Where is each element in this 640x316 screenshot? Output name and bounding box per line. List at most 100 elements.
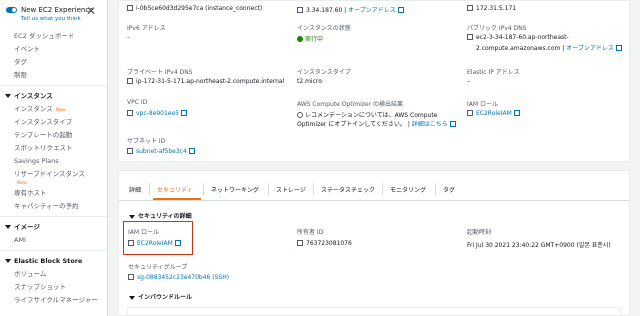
- sidebar-item-spot-requests[interactable]: スポットリクエスト: [0, 142, 107, 155]
- private-dns-text: ip-172-31-5-171.ap-northeast-2.compute.i…: [136, 78, 285, 85]
- public-dns-value[interactable]: ec2-3-34-187-60.ap-northeast-: [467, 34, 569, 41]
- sidebar-item-launch-templates[interactable]: テンプレートの起動: [0, 129, 107, 142]
- subnet-id-value[interactable]: subnet-af5be3c4: [127, 148, 195, 155]
- copy-icon[interactable]: [297, 240, 303, 246]
- instance-state-value: 実行中: [297, 34, 323, 43]
- sidebar-item-capacity-reservations[interactable]: キャパシティーの予約: [0, 200, 107, 213]
- copy-icon[interactable]: [128, 274, 134, 280]
- private-ip-value[interactable]: 172.31.5.171: [467, 5, 516, 12]
- sidebar-item-volumes[interactable]: ボリューム: [0, 268, 107, 281]
- feedback-link[interactable]: Tell us what you think: [21, 16, 81, 22]
- item-label: リザーブドインスタンス: [14, 170, 85, 178]
- private-ip-text: 172.31.5.171: [476, 5, 517, 12]
- sidebar-section-instances[interactable]: インスタンス: [0, 89, 107, 103]
- iam-role-value[interactable]: EC2RoleIAM: [467, 110, 520, 117]
- sidebar: New EC2 Experience Tell us what you thin…: [0, 0, 108, 316]
- divider: [0, 250, 107, 251]
- iam-role-label: IAM ロール: [467, 101, 498, 108]
- instance-summary-card: i-0b5ce60d3d295e7ca (instance_connect) 3…: [118, 0, 630, 162]
- tab-divider: [149, 183, 150, 195]
- copy-icon[interactable]: [127, 110, 133, 116]
- sidebar-item-tags[interactable]: タグ: [0, 56, 107, 69]
- tab-storage[interactable]: ストレージ: [276, 185, 306, 194]
- close-icon[interactable]: ✕: [86, 4, 96, 18]
- security-group-value[interactable]: sg-0883452c23e470b46 (SSH): [128, 274, 229, 281]
- iam-role-value[interactable]: EC2RoleIAM: [128, 240, 181, 247]
- tab-divider: [268, 183, 269, 195]
- info-icon: [297, 112, 303, 118]
- inbound-rules-table-edge: [127, 307, 621, 316]
- elastic-ip-label: Elastic IP アドレス: [467, 69, 520, 76]
- tab-divider: [203, 183, 204, 195]
- subnet-id-label: サブネット ID: [127, 138, 166, 145]
- public-ip-text: 3.34.187.60: [306, 7, 343, 14]
- instance-id-value[interactable]: i-0b5ce60d3d295e7ca (instance_connect): [127, 5, 262, 12]
- sidebar-item-dedicated-hosts[interactable]: 専有ホスト: [0, 187, 107, 200]
- section-title: インバウンドルール: [138, 294, 193, 301]
- new-badge: New: [55, 108, 66, 113]
- sidebar-section-ebs[interactable]: Elastic Block Store: [0, 254, 107, 268]
- tab-divider: [313, 183, 314, 195]
- sidebar-item-instance-types[interactable]: インスタンスタイプ: [0, 116, 107, 129]
- private-dns-value[interactable]: ip-172-31-5-171.ap-northeast-2.compute.i…: [127, 78, 284, 85]
- copy-icon[interactable]: [127, 5, 133, 11]
- state-text: 実行中: [305, 36, 324, 43]
- main-content: i-0b5ce60d3d295e7ca (instance_connect) 3…: [108, 0, 640, 316]
- caret-down-icon: [129, 214, 135, 219]
- tab-status-checks[interactable]: ステータスチェック: [321, 185, 375, 194]
- open-address-link[interactable]: オープンアドレス: [566, 45, 614, 52]
- copy-icon[interactable]: [467, 110, 473, 116]
- divider: [0, 216, 107, 217]
- tab-details[interactable]: 詳細: [129, 185, 141, 194]
- learn-more-link[interactable]: 詳細はこちら: [412, 121, 448, 128]
- launch-time-value: Fri Jul 30 2021 23:40:22 GMT+0900 (일본 표준…: [467, 242, 611, 249]
- subnet-id-link[interactable]: subnet-af5be3c4: [136, 148, 187, 155]
- sidebar-item-events[interactable]: イベント: [0, 43, 107, 56]
- open-address-link[interactable]: オープンアドレス: [348, 7, 396, 14]
- caret-down-icon: [5, 259, 11, 263]
- copy-icon[interactable]: [128, 240, 134, 246]
- tab-networking[interactable]: ネットワーキング: [211, 185, 259, 194]
- tab-monitoring[interactable]: モニタリング: [390, 185, 426, 194]
- security-group-link[interactable]: sg-0883452c23e470b46 (SSH): [137, 274, 229, 281]
- copy-icon[interactable]: [297, 7, 303, 13]
- sidebar-item-limits[interactable]: 制限: [0, 69, 107, 82]
- vpc-id-link[interactable]: vpc-8e901ee5: [136, 110, 179, 117]
- security-details-header[interactable]: セキュリティの詳細: [129, 211, 192, 220]
- active-tab-indicator: [153, 198, 201, 200]
- divider: [0, 85, 107, 86]
- tab-tags[interactable]: タグ: [443, 185, 455, 194]
- item-label: インスタンス: [14, 105, 53, 113]
- public-dns-label: パブリック IPv4 DNS: [467, 25, 527, 32]
- copy-icon[interactable]: [127, 148, 133, 154]
- caret-down-icon: [5, 94, 11, 98]
- iam-role-link[interactable]: EC2RoleIAM: [476, 110, 512, 117]
- vpc-id-value[interactable]: vpc-8e901ee5: [127, 110, 187, 117]
- external-link-icon: [449, 121, 456, 127]
- sidebar-item-lifecycle-manager[interactable]: ライフサイクルマネージャー: [0, 294, 107, 307]
- sidebar-item-instances[interactable]: インスタンス New: [0, 103, 107, 116]
- compute-optimizer-text-1: レコメンデーションについては、AWS Compute: [297, 110, 437, 119]
- sidebar-item-ami[interactable]: AMI: [0, 234, 107, 247]
- ipv6-label: IPv6 アドレス: [127, 25, 166, 32]
- inbound-rules-header[interactable]: インバウンドルール: [129, 292, 192, 301]
- toggle-switch[interactable]: [6, 7, 17, 13]
- copy-icon[interactable]: [467, 5, 473, 11]
- private-dns-label: プライベート IPv4 DNS: [127, 69, 193, 76]
- owner-id-value[interactable]: 763723081076: [297, 240, 352, 247]
- public-ip-value[interactable]: 3.34.187.60 | オープンアドレス: [297, 5, 404, 14]
- sidebar-item-reserved-instances[interactable]: リザーブドインスタンス New: [0, 168, 107, 187]
- sidebar-item-dashboard[interactable]: EC2 ダッシュボード: [0, 30, 107, 43]
- sidebar-item-savings-plans[interactable]: Savings Plans: [0, 155, 107, 168]
- sidebar-section-images[interactable]: イメージ: [0, 220, 107, 234]
- compute-optimizer-text-2: Optimizer にオプトインしてください。 | 詳細はこちら: [297, 119, 456, 128]
- copy-icon[interactable]: [127, 78, 133, 84]
- public-dns-text-1: ec2-3-34-187-60.ap-northeast-: [476, 34, 569, 41]
- iam-role-link[interactable]: EC2RoleIAM: [137, 240, 173, 247]
- instance-type-label: インスタンスタイプ: [297, 69, 351, 76]
- copy-icon[interactable]: [467, 34, 473, 40]
- sidebar-nav: EC2 ダッシュボード イベント タグ 制限 インスタンス インスタンス New …: [0, 30, 107, 307]
- external-link-icon: [180, 110, 187, 116]
- sidebar-item-snapshots[interactable]: スナップショット: [0, 281, 107, 294]
- tab-security[interactable]: セキュリティ: [157, 185, 193, 194]
